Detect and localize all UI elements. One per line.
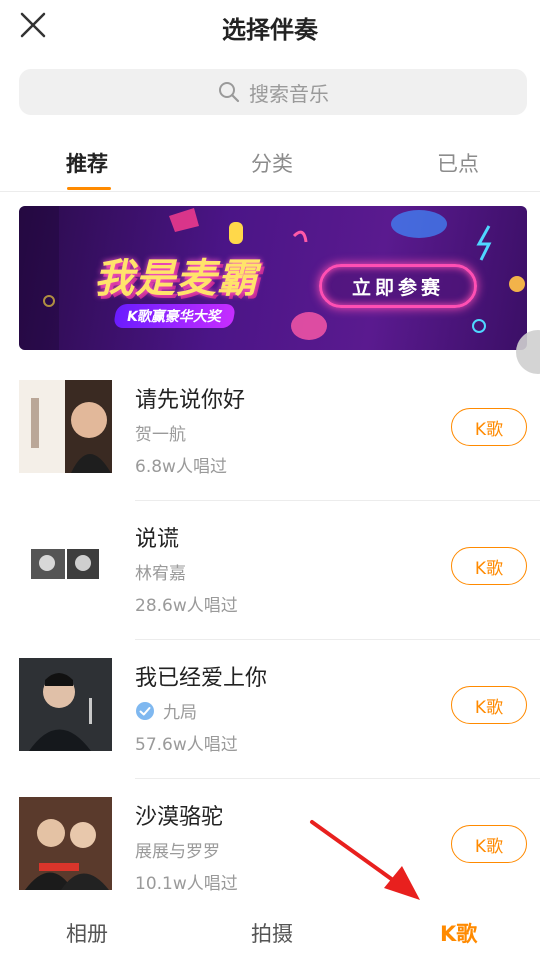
song-artist: 展展与罗罗 [135,837,220,862]
album-cover [19,380,112,473]
song-row[interactable]: 说谎 林宥嘉 28.6w人唱过 K歌 [0,501,540,640]
bottom-nav: 相册 拍摄 K歌 [0,910,540,959]
search-icon [219,82,240,103]
tab-selected[interactable]: 已点 [437,148,479,178]
song-title: 说谎 [135,527,180,552]
banner-subline: K歌赢豪华大奖 [112,304,236,328]
song-play-count: 10.1w人唱过 [135,874,238,894]
album-cover [19,519,112,612]
song-title: 沙漠骆驼 [135,805,224,830]
tab-bar: 推荐 分类 已点 [0,140,540,192]
header: 选择伴奏 [0,0,540,56]
song-artist: 林宥嘉 [135,559,186,584]
nav-shoot[interactable]: 拍摄 [251,918,293,948]
artist-name: 林宥嘉 [135,564,186,584]
album-cover [19,797,112,890]
tab-recommend[interactable]: 推荐 [66,148,108,178]
nav-album[interactable]: 相册 [66,918,108,948]
song-title: 请先说你好 [135,388,246,413]
page-title: 选择伴奏 [222,16,318,44]
artist-name: 贺一航 [135,425,186,445]
song-row[interactable]: 沙漠骆驼 展展与罗罗 10.1w人唱过 K歌 [0,779,540,918]
song-row[interactable]: 我已经爱上你 九局 57.6w人唱过 K歌 [0,640,540,779]
promo-banner[interactable]: 我是麦霸 K歌赢豪华大奖 立即参赛 [19,206,527,350]
search-input[interactable]: 搜索音乐 [19,69,527,115]
song-artist: 贺一航 [135,420,186,445]
active-tab-indicator [67,187,111,190]
sing-button[interactable]: K歌 [451,686,527,724]
nav-karaoke[interactable]: K歌 [440,918,477,948]
search-placeholder: 搜索音乐 [249,81,329,106]
album-cover [19,658,112,751]
verified-icon [136,701,154,720]
artist-name: 展展与罗罗 [135,842,220,862]
banner-cta-button[interactable]: 立即参赛 [319,264,477,308]
artist-name: 九局 [163,703,197,723]
banner-headline: 我是麦霸 [94,256,258,302]
song-play-count: 28.6w人唱过 [135,596,238,616]
sing-button[interactable]: K歌 [451,408,527,446]
sing-button[interactable]: K歌 [451,547,527,585]
tab-category[interactable]: 分类 [251,148,293,178]
song-play-count: 6.8w人唱过 [135,457,227,477]
song-play-count: 57.6w人唱过 [135,735,238,755]
song-row[interactable]: 请先说你好 贺一航 6.8w人唱过 K歌 [0,362,540,501]
sing-button[interactable]: K歌 [451,825,527,863]
song-artist: 九局 [135,698,197,723]
song-title: 我已经爱上你 [135,666,268,691]
